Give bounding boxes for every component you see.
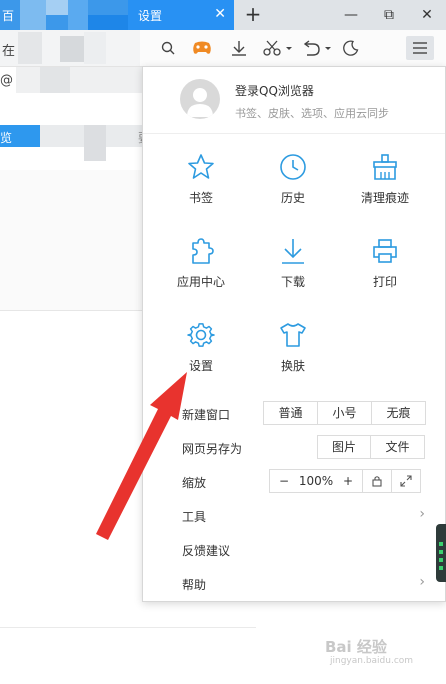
watermark-url: jingyan.baidu.com [330,656,414,666]
annotation-arrow [96,372,187,540]
watermark-logo: Bai 经验 [325,638,387,656]
